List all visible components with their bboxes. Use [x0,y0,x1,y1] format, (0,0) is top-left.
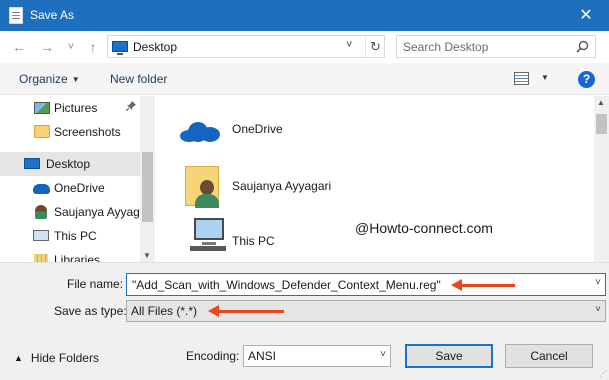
file-list-pane: OneDrive Saujanya Ayyagari This PC @Howt… [155,96,594,262]
caret-down-icon: ▼ [71,75,80,84]
caret-down-icon: ▼ [541,73,549,82]
save-type-label: Save as type: [54,304,127,318]
content-item-user-folder[interactable]: Saujanya Ayyagari [180,162,380,208]
notepad-icon [9,7,23,24]
sidebar-item-screenshots[interactable]: Screenshots [0,120,140,144]
annotation-arrow [208,305,284,317]
sidebar-item-this-pc[interactable]: This PC [0,224,140,248]
content-item-this-pc[interactable]: This PC [180,218,380,258]
sidebar-item-desktop[interactable]: Desktop [0,152,140,176]
sidebar-item-libraries[interactable]: Libraries [0,248,140,262]
pictures-icon [34,102,50,114]
change-view-button[interactable]: ▼ [514,71,550,88]
sidebar-item-pictures[interactable]: Pictures [0,96,140,120]
sidebar-item-label: Desktop [46,157,91,171]
search-box[interactable] [396,35,596,58]
search-icon[interactable] [576,40,589,53]
scrollbar-thumb[interactable] [596,114,607,134]
chevron-down-icon[interactable]: ˅ [595,277,601,288]
sidebar-item-label: Pictures [54,101,98,115]
file-list-scrollbar[interactable]: ▲ [594,96,609,262]
annotation-arrow [451,279,515,291]
file-name-field[interactable]: ˅ [126,273,606,296]
sidebar-item-label: Saujanya Ayyagari [54,205,154,219]
sidebar-item-label: Libraries [54,253,101,262]
new-folder-button[interactable]: New folder [110,72,167,86]
close-button[interactable]: ✕ [563,0,609,31]
desktop-icon [112,41,128,55]
sidebar-item-onedrive[interactable]: OneDrive [0,176,140,200]
hide-folders-label: Hide Folders [30,351,99,365]
watermark-text: @Howto-connect.com [355,220,493,236]
sidebar-item-label: This PC [54,229,97,243]
encoding-select[interactable]: ANSI ˅ [243,345,391,367]
navigation-pane-scrollbar[interactable]: ▼ [140,96,155,262]
hide-folders-button[interactable]: ▲ Hide Folders [14,351,99,365]
scroll-up-icon[interactable]: ▲ [597,98,605,107]
pushpin-icon [125,101,136,112]
caret-up-icon: ▲ [14,353,23,363]
title-bar: Save As ✕ [0,0,609,31]
navigation-pane: Pictures Screenshots Desktop OneDrive Sa… [0,96,155,262]
sidebar-item-label: OneDrive [54,181,105,195]
onedrive-icon [180,122,220,142]
help-button[interactable]: ? [578,71,595,88]
address-text: Desktop [133,40,178,54]
navigation-bar: ← → ˅ ↑ Desktop ˅ ↻ [0,31,609,63]
libraries-icon [34,254,48,262]
chevron-down-icon[interactable]: ˅ [380,349,386,360]
computer-icon [190,218,226,252]
user-folder-icon [185,166,225,210]
file-name-label: File name: [67,277,124,291]
address-bar[interactable]: Desktop ˅ ↻ [107,35,385,58]
organize-button[interactable]: Organize ▼ [19,72,80,86]
cancel-button[interactable]: Cancel [505,344,593,368]
organize-label: Organize [19,72,68,86]
content-item-label: Saujanya Ayyagari [232,179,332,193]
save-type-select[interactable]: All Files (*.*) ˅ [126,300,606,322]
up-button[interactable]: ↑ [84,38,102,56]
recent-locations-button[interactable]: ˅ [62,38,80,56]
sidebar-item-label: Screenshots [54,125,121,139]
details-view-icon [514,72,529,85]
onedrive-icon [33,184,50,194]
save-type-value: All Files (*.*) [131,304,198,318]
desktop-icon [24,158,40,169]
user-icon [35,205,47,219]
encoding-value: ANSI [248,349,277,363]
search-input[interactable] [403,39,573,55]
content-item-label: OneDrive [232,122,283,136]
window-title: Save As [30,8,75,22]
refresh-button[interactable]: ↻ [365,37,385,57]
pin-icon[interactable] [125,101,136,114]
chevron-down-icon[interactable]: ˅ [595,304,601,315]
content-item-onedrive[interactable]: OneDrive [180,104,380,144]
resize-grip-icon[interactable]: ⋰ [599,369,607,378]
address-dropdown-icon[interactable]: ˅ [346,39,352,51]
forward-button[interactable]: → [38,38,56,56]
content-item-label: This PC [232,234,275,248]
command-bar: Organize ▼ New folder ▼ ? [0,63,609,95]
computer-icon [33,230,49,241]
scrollbar-thumb[interactable] [142,152,153,222]
scroll-down-icon[interactable]: ▼ [143,251,151,260]
sidebar-item-user[interactable]: Saujanya Ayyagari [0,200,153,224]
encoding-label: Encoding: [186,349,240,363]
save-button[interactable]: Save [405,344,493,368]
back-button[interactable]: ← [10,38,28,56]
save-form: File name: ˅ Save as type: All Files (*.… [0,262,609,380]
folder-icon [34,125,50,138]
